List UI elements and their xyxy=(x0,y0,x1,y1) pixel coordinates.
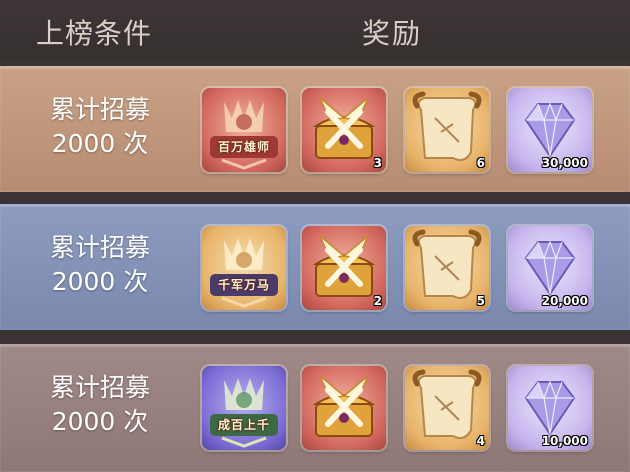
title-badge-item[interactable]: 成百上千 xyxy=(202,366,286,450)
gem-item[interactable]: 20,000 xyxy=(508,226,592,310)
gem-item[interactable]: 30,000 xyxy=(508,88,592,172)
condition-text: 累计招募 2000 次 xyxy=(0,371,200,439)
quantity-label: 3 xyxy=(373,156,382,170)
condition-line-2: 2000 次 xyxy=(51,129,149,158)
title-badge-item[interactable]: 百万雄师 xyxy=(202,88,286,172)
title-badge-icon xyxy=(210,238,278,308)
quantity-label: 30,000 xyxy=(541,156,588,170)
condition-text: 累计招募 2000 次 xyxy=(0,93,200,161)
reward-row-2: 累计招募 2000 次 千军万马 2 5 20,000 xyxy=(0,204,630,330)
table-header: 上榜条件 奖励 xyxy=(0,0,630,62)
quantity-label: 6 xyxy=(476,156,485,170)
gem-item[interactable]: 10,000 xyxy=(508,366,592,450)
chest-item[interactable]: 3 xyxy=(302,88,386,172)
chest-item[interactable] xyxy=(302,366,386,450)
winged-treasure-chest-icon xyxy=(312,375,376,437)
condition-line-2: 2000 次 xyxy=(51,267,149,296)
condition-line-1: 累计招募 xyxy=(49,95,150,124)
quantity-label: 20,000 xyxy=(541,294,588,308)
quantity-label: 5 xyxy=(476,294,485,308)
condition-text: 累计招募 2000 次 xyxy=(0,231,200,299)
header-condition-label: 上榜条件 xyxy=(36,17,153,50)
reward-row-1: 累计招募 2000 次 百万雄师 3 6 30,000 xyxy=(0,66,630,192)
title-badge-icon xyxy=(210,100,278,170)
title-badge-icon xyxy=(210,378,278,448)
scroll-item[interactable]: 6 xyxy=(405,88,489,172)
quantity-label: 10,000 xyxy=(541,434,588,448)
header-reward-label: 奖励 xyxy=(362,17,423,50)
scroll-item[interactable]: 5 xyxy=(405,226,489,310)
condition-line-1: 累计招募 xyxy=(49,233,150,262)
condition-line-1: 累计招募 xyxy=(49,373,150,402)
badge-title: 千军万马 xyxy=(217,278,270,292)
reward-row-3: 累计招募 2000 次 成百上千 4 10,000 xyxy=(0,344,630,472)
chest-item[interactable]: 2 xyxy=(302,226,386,310)
quantity-label: 4 xyxy=(476,434,485,448)
condition-line-2: 2000 次 xyxy=(51,407,149,436)
badge-title: 百万雄师 xyxy=(217,140,270,154)
title-badge-item[interactable]: 千军万马 xyxy=(202,226,286,310)
badge-title: 成百上千 xyxy=(217,418,270,432)
scroll-item[interactable]: 4 xyxy=(405,366,489,450)
quantity-label: 2 xyxy=(373,294,382,308)
